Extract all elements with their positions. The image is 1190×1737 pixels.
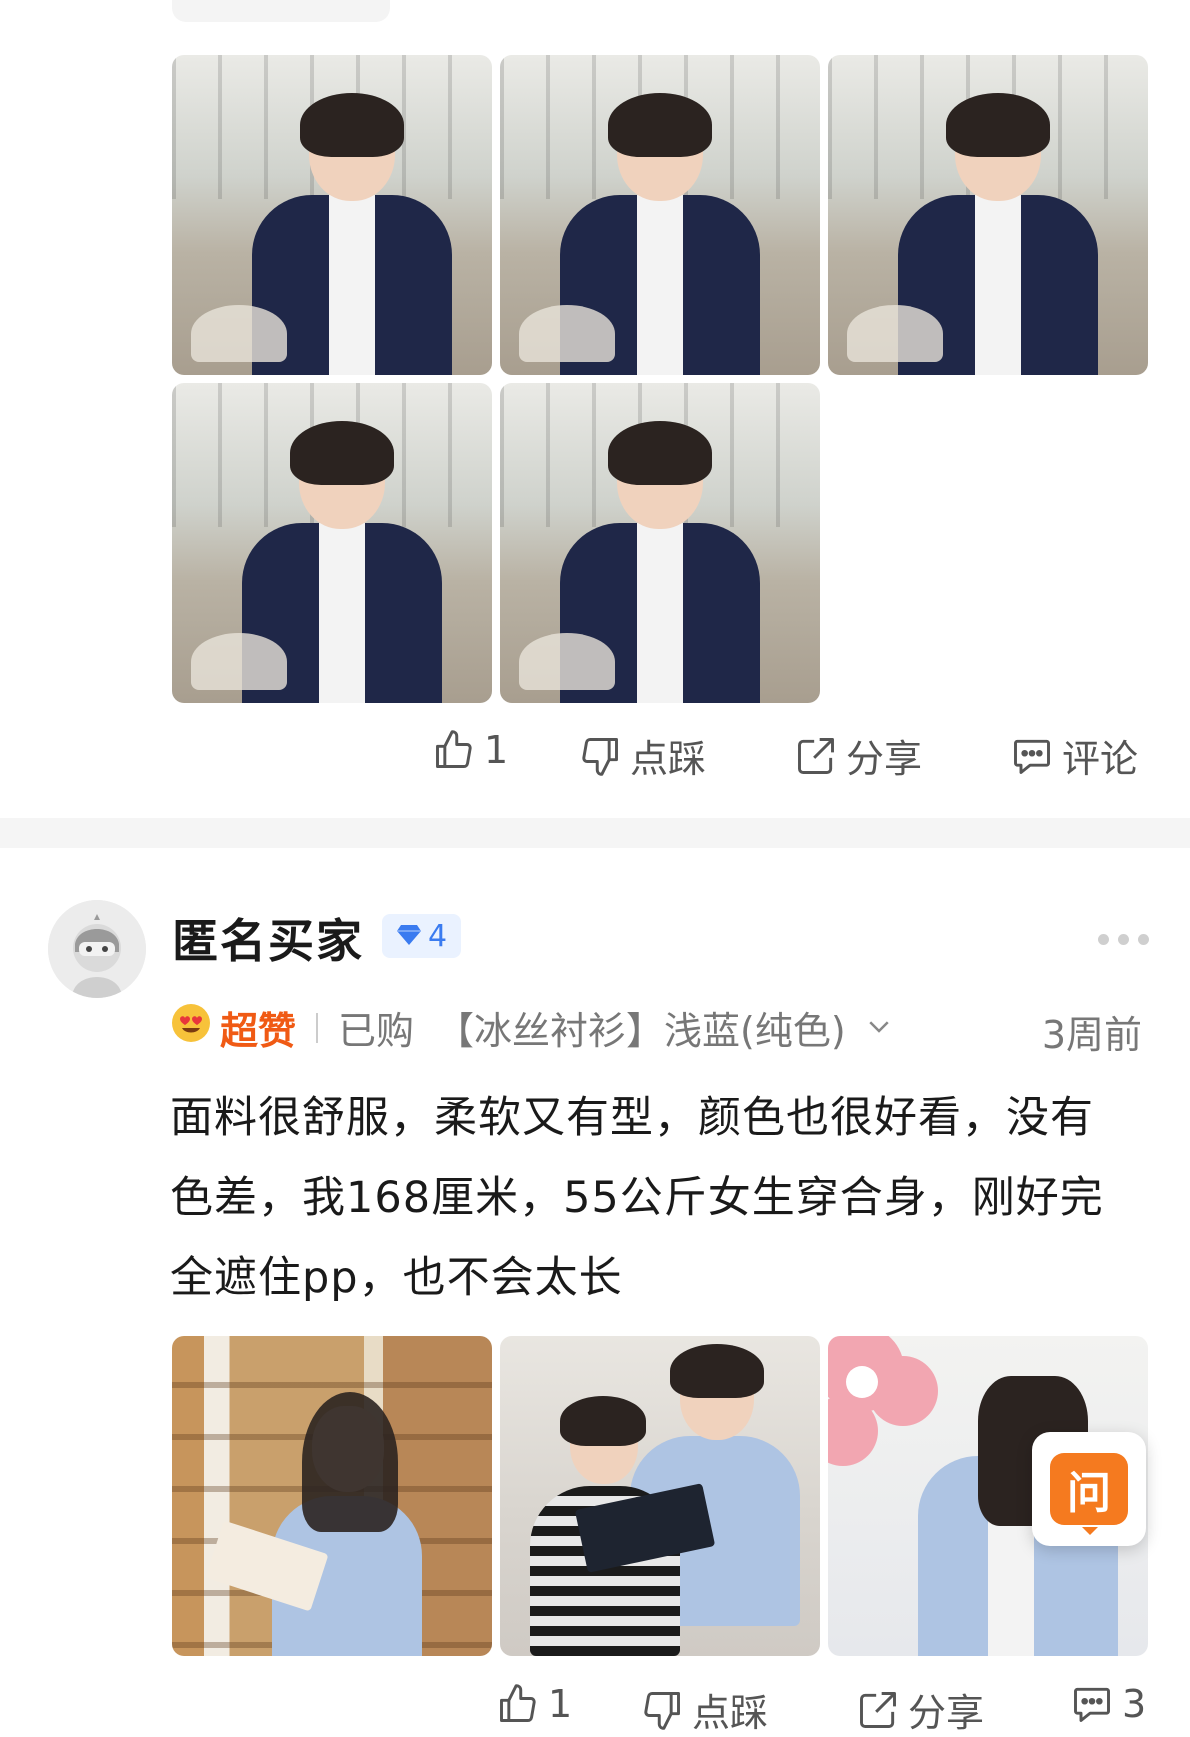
user-level: 4 (428, 918, 448, 954)
section-divider (0, 818, 1190, 848)
review-photo-1[interactable] (172, 55, 492, 375)
ask-button[interactable]: 问 (1032, 1432, 1146, 1546)
comment-button[interactable]: 评论 (1010, 728, 1138, 783)
comment-count: 3 (1122, 1682, 1147, 1726)
like-button[interactable]: 1 (432, 728, 508, 772)
share-button[interactable]: 分享 (794, 728, 922, 783)
review-photo-6[interactable] (172, 1336, 492, 1656)
previous-content-pill (172, 0, 390, 22)
comment-icon (1070, 1682, 1114, 1726)
thumbs-up-icon (432, 728, 476, 772)
comment-icon (1010, 734, 1054, 778)
like-count: 1 (548, 1682, 573, 1726)
review-meta: 超赞 已购 【冰丝衬衫】浅蓝(纯色) (170, 1000, 894, 1055)
meta-separator (316, 1012, 319, 1043)
like-button[interactable]: 1 (496, 1682, 572, 1726)
more-options-icon[interactable] (1098, 934, 1149, 945)
review-photo-2[interactable] (500, 55, 820, 375)
heart-eyes-emoji-icon (170, 1002, 212, 1053)
review-text: 面料很舒服，柔软又有型，颜色也很好看，没有色差，我168厘米，55公斤女生穿合身… (170, 1093, 1104, 1303)
review-time: 3周前 (1041, 1013, 1142, 1057)
share-button[interactable]: 分享 (856, 1682, 984, 1737)
user-avatar[interactable] (48, 900, 146, 998)
dislike-button[interactable]: 点踩 (578, 728, 706, 783)
ask-label: 问 (1050, 1453, 1128, 1535)
share-icon (794, 734, 838, 778)
comment-label: 评论 (1062, 737, 1139, 781)
review-photo-3[interactable] (828, 55, 1148, 375)
anonymous-avatar-icon (48, 900, 146, 998)
chevron-down-icon[interactable] (864, 1006, 894, 1050)
review-photo-4[interactable] (172, 383, 492, 703)
rating-label: 超赞 (220, 1009, 297, 1053)
share-label: 分享 (908, 1691, 985, 1735)
comment-button[interactable]: 3 (1070, 1682, 1146, 1726)
share-label: 分享 (846, 737, 923, 781)
review-photo-5[interactable] (500, 383, 820, 703)
dislike-label: 点踩 (692, 1691, 769, 1735)
thumbs-up-icon (496, 1682, 540, 1726)
dislike-label: 点踩 (630, 737, 707, 781)
purchased-label: 已购 (338, 1009, 415, 1053)
variant-label[interactable]: 【冰丝衬衫】浅蓝(纯色) (436, 1000, 846, 1055)
like-count: 1 (484, 728, 509, 772)
username[interactable]: 匿名买家 (172, 905, 364, 971)
thumbs-down-icon (578, 734, 622, 778)
user-level-badge: 4 (382, 914, 462, 958)
review-photo-7[interactable] (500, 1336, 820, 1656)
dislike-button[interactable]: 点踩 (640, 1682, 768, 1737)
diamond-icon (396, 919, 422, 954)
